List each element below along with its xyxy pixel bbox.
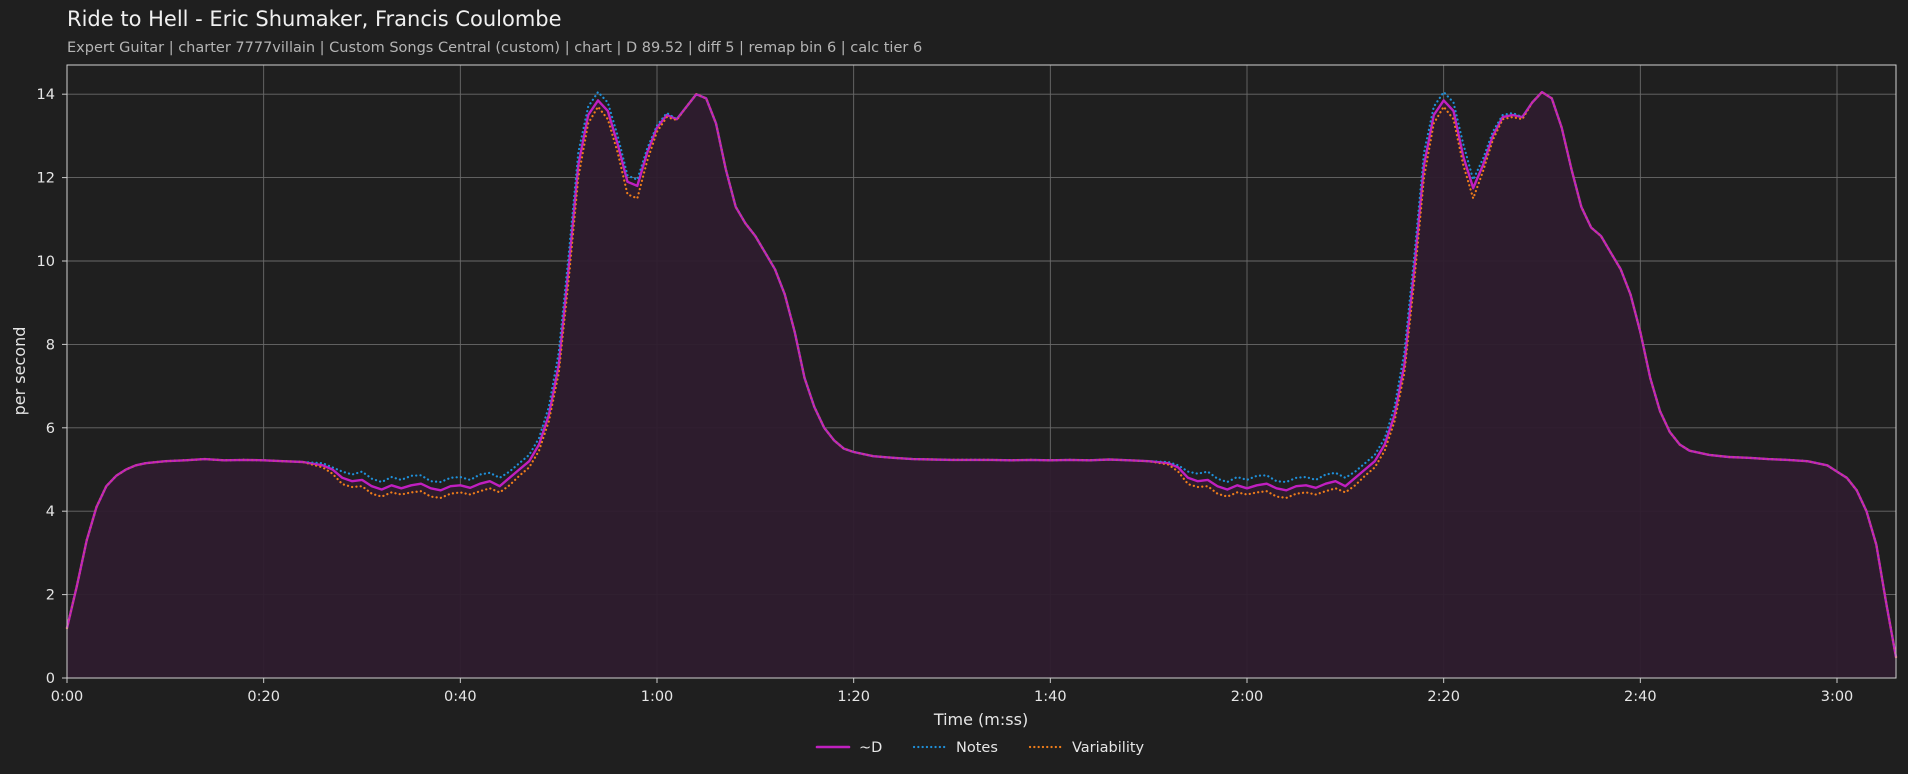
y-tick-label: 14 [37, 87, 55, 103]
x-tick-label: 0:40 [444, 689, 477, 705]
y-tick-label: 2 [46, 588, 55, 604]
legend-label: Notes [956, 740, 998, 756]
x-axis-ticks: 0:00 0:20 0:40 1:00 1:20 1:40 2:00 2:20 2:40 3:00 [51, 678, 1854, 705]
x-tick-label: 0:00 [51, 689, 84, 705]
y-tick-label: 10 [37, 254, 55, 270]
y-axis-label: per second [10, 327, 29, 416]
y-tick-label: 8 [46, 337, 55, 353]
y-tick-label: 6 [46, 421, 55, 437]
y-axis-ticks: 0 2 4 6 8 10 12 14 [37, 87, 67, 687]
x-tick-label: 3:00 [1821, 689, 1854, 705]
legend: ~D Notes Variability [815, 740, 1145, 756]
legend-label: ~D [859, 740, 882, 756]
x-tick-label: 1:40 [1034, 689, 1067, 705]
x-tick-label: 1:20 [837, 689, 870, 705]
legend-label: Variability [1072, 740, 1145, 756]
chart-canvas: 0:00 0:20 0:40 1:00 1:20 1:40 2:00 2:20 2:40 3:00… [10, 64, 1898, 756]
y-tick-label: 12 [37, 171, 55, 187]
x-tick-label: 0:20 [247, 689, 280, 705]
x-axis-label: Time (m:ss) [933, 710, 1028, 729]
y-tick-label: 4 [46, 504, 55, 520]
x-tick-label: 2:20 [1427, 689, 1460, 705]
x-tick-label: 1:00 [641, 689, 674, 705]
d-area-fill [67, 92, 1896, 679]
x-tick-label: 2:00 [1231, 689, 1264, 705]
x-tick-label: 2:40 [1624, 689, 1657, 705]
y-tick-label: 0 [46, 671, 55, 687]
